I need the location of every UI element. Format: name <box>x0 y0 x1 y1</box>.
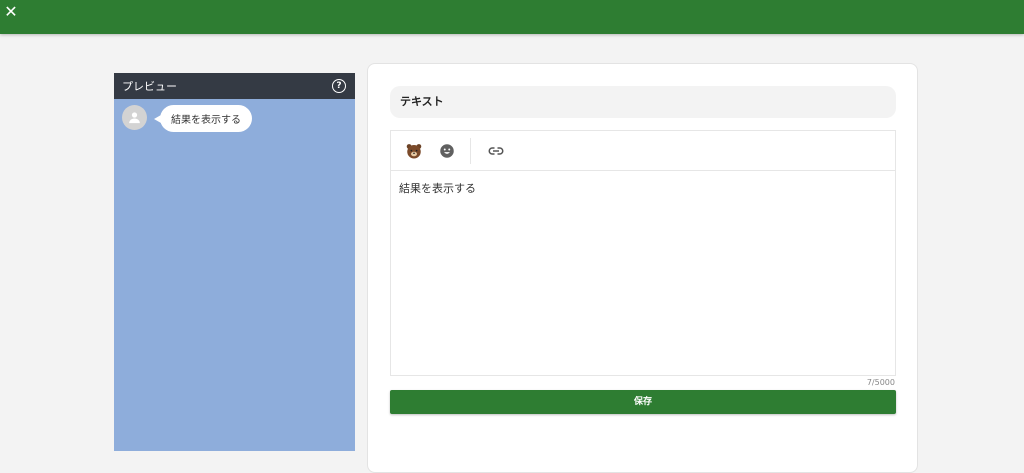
help-icon[interactable]: ? <box>332 79 346 93</box>
save-button[interactable]: 保存 <box>390 390 896 414</box>
preview-title: プレビュー <box>122 80 177 93</box>
top-bar: ✕ <box>0 0 1024 34</box>
character-counter: 7/5000 <box>866 378 895 387</box>
text-editor: 結果を表示する <box>390 130 896 376</box>
preview-message-row: 結果を表示する <box>122 105 252 132</box>
user-icon <box>129 112 140 124</box>
editor-toolbar <box>391 131 895 171</box>
message-textarea[interactable]: 結果を表示する <box>391 171 895 205</box>
link-icon[interactable] <box>486 141 506 161</box>
avatar <box>122 105 147 130</box>
emoji-icon[interactable] <box>437 141 457 161</box>
toolbar-divider <box>470 137 471 164</box>
message-bubble: 結果を表示する <box>154 105 252 132</box>
editor-card: テキスト 結果を表示する 7/5000 保存 <box>367 63 918 473</box>
text-section-header: テキスト <box>390 86 896 118</box>
close-icon[interactable]: ✕ <box>2 3 20 21</box>
bear-sticker-icon[interactable] <box>404 141 424 161</box>
preview-panel: プレビュー ? 結果を表示する <box>114 73 355 451</box>
preview-header: プレビュー ? <box>114 73 355 99</box>
